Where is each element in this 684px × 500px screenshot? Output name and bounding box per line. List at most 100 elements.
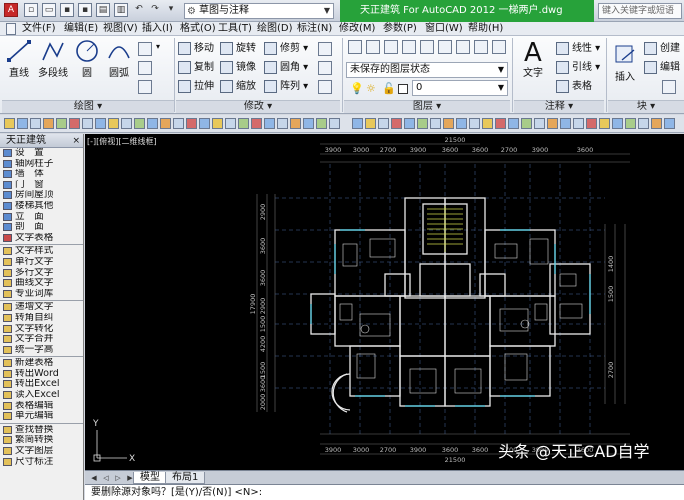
- tarch-menu-item[interactable]: 转角自纠: [0, 313, 83, 324]
- toolbar-icon[interactable]: [17, 118, 28, 129]
- rectangle-icon[interactable]: [138, 42, 152, 56]
- toolbar-icon[interactable]: [495, 118, 506, 129]
- viewport-label[interactable]: [-][俯视][二维线框]: [87, 136, 157, 147]
- layer-state-icon[interactable]: [366, 40, 380, 54]
- toolbar-icon[interactable]: [69, 118, 80, 129]
- toolbar-icon[interactable]: [469, 118, 480, 129]
- toolbar-icon[interactable]: [212, 118, 223, 129]
- menu-tools[interactable]: 工具(T): [218, 22, 252, 36]
- fillet-button[interactable]: 圆角 ▾: [264, 59, 308, 77]
- hatch-icon[interactable]: [138, 61, 152, 75]
- toolbar-icon[interactable]: [121, 118, 132, 129]
- insert-block-tool[interactable]: 插入: [610, 42, 640, 102]
- tarch-menu-item[interactable]: 查找替换: [0, 425, 83, 436]
- explode-icon[interactable]: [318, 61, 332, 75]
- tarch-menu-item[interactable]: 文字合并: [0, 334, 83, 345]
- tarch-menu-item[interactable]: 单行文字: [0, 257, 83, 268]
- toolbar-icon[interactable]: [316, 118, 327, 129]
- light-bulb-icon[interactable]: 💡: [350, 82, 364, 95]
- scale-button[interactable]: 缩放: [220, 78, 256, 96]
- tarch-menu-item[interactable]: 尺寸标注: [0, 457, 83, 468]
- toolbar-icon[interactable]: [56, 118, 67, 129]
- edit-block-button[interactable]: 编辑: [644, 59, 680, 77]
- tarch-menu-item[interactable]: 房间屋顶: [0, 190, 83, 201]
- tarch-menu-item[interactable]: 专业词库: [0, 289, 83, 300]
- leader-button[interactable]: 引线 ▾: [556, 59, 600, 77]
- layer-iso-icon[interactable]: [384, 40, 398, 54]
- tarch-menu-item[interactable]: 表格编辑: [0, 401, 83, 412]
- toolbar-icon[interactable]: [638, 118, 649, 129]
- copy-button[interactable]: 复制: [178, 59, 214, 77]
- layer-current-icon[interactable]: [474, 40, 488, 54]
- new-file-icon[interactable]: ▫: [24, 3, 38, 17]
- toolbar-icon[interactable]: [199, 118, 210, 129]
- tarch-menu-item[interactable]: 繁简转换: [0, 435, 83, 446]
- tarch-menu-item[interactable]: 文字样式: [0, 246, 83, 257]
- menu-draw[interactable]: 绘图(D): [257, 22, 293, 36]
- toolbar-icon[interactable]: [95, 118, 106, 129]
- tarch-menu-item[interactable]: 剖 面: [0, 222, 83, 233]
- toolbar-icon[interactable]: [625, 118, 636, 129]
- trim-button[interactable]: 修剪 ▾: [264, 40, 308, 58]
- menu-format[interactable]: 格式(O): [180, 22, 216, 36]
- drawing-canvas[interactable]: [-][俯视][二维线框] Y X 21500 3900 3000 2700 3…: [85, 134, 684, 470]
- rotate-button[interactable]: 旋转: [220, 40, 256, 58]
- tarch-menu-item[interactable]: 递增文字: [0, 302, 83, 313]
- toolbar-icon[interactable]: [264, 118, 275, 129]
- color-swatch-icon[interactable]: [398, 84, 408, 94]
- tarch-menu-item[interactable]: 文字转化: [0, 324, 83, 335]
- toolbar-icon[interactable]: [560, 118, 571, 129]
- print-icon[interactable]: ▤: [96, 3, 110, 17]
- toolbar-icon[interactable]: [521, 118, 532, 129]
- toolbar-icon[interactable]: [160, 118, 171, 129]
- toolbar-icon[interactable]: [352, 118, 363, 129]
- menu-edit[interactable]: 编辑(E): [64, 22, 98, 36]
- toolbar-icon[interactable]: [534, 118, 545, 129]
- create-block-button[interactable]: 创建: [644, 40, 680, 58]
- sun-icon[interactable]: ☼: [366, 82, 376, 95]
- layer-off-icon[interactable]: [420, 40, 434, 54]
- toolbar-icon[interactable]: [251, 118, 262, 129]
- annotation-section-label[interactable]: 注释 ▾: [514, 100, 604, 113]
- tarch-menu-item[interactable]: 文字表格: [0, 233, 83, 244]
- first-tab-icon[interactable]: ◀: [89, 473, 99, 483]
- arc-tool[interactable]: 圆弧: [104, 38, 134, 98]
- next-tab-icon[interactable]: ▷: [113, 473, 123, 483]
- command-line[interactable]: 要删除源对象吗？[是(Y)/否(N)] <N>:: [85, 484, 684, 500]
- tarch-menu-item[interactable]: 转出Word: [0, 369, 83, 380]
- stretch-button[interactable]: 拉伸: [178, 78, 214, 96]
- tarch-menu-item[interactable]: 转出Excel: [0, 379, 83, 390]
- toolbar-icon[interactable]: [147, 118, 158, 129]
- tab-model[interactable]: 模型: [133, 472, 167, 484]
- tarch-menu-item[interactable]: 读入Excel: [0, 390, 83, 401]
- layer-freeze-icon[interactable]: [402, 40, 416, 54]
- modify-section-label[interactable]: 修改 ▾: [176, 100, 340, 113]
- toolbar-icon[interactable]: [43, 118, 54, 129]
- tarch-menu-item[interactable]: 门 窗: [0, 180, 83, 191]
- polyline-tool[interactable]: 多段线: [36, 38, 70, 98]
- toolbar-icon[interactable]: [417, 118, 428, 129]
- menu-dimension[interactable]: 标注(N): [297, 22, 332, 36]
- toolbar-icon[interactable]: [277, 118, 288, 129]
- redo-icon[interactable]: ↷: [148, 3, 162, 17]
- toolbar-icon[interactable]: [108, 118, 119, 129]
- layer-state-select[interactable]: 未保存的图层状态 ▼: [346, 62, 508, 78]
- move-button[interactable]: 移动: [178, 40, 214, 58]
- toolbar-icon[interactable]: [4, 118, 15, 129]
- toolbar-icon[interactable]: [378, 118, 389, 129]
- workspace-select[interactable]: ⚙ 草图与注释 ▼: [184, 3, 334, 19]
- open-folder-icon[interactable]: ▭: [42, 3, 56, 17]
- toolbar-icon[interactable]: [612, 118, 623, 129]
- draw-section-label[interactable]: 绘图 ▾: [2, 100, 174, 113]
- save-icon[interactable]: ▪: [60, 3, 74, 17]
- linear-dim-button[interactable]: 线性 ▾: [556, 40, 600, 58]
- close-icon[interactable]: ×: [72, 134, 80, 148]
- toolbar-icon[interactable]: [430, 118, 441, 129]
- layer-lock-icon[interactable]: [438, 40, 452, 54]
- toolbar-icon[interactable]: [404, 118, 415, 129]
- layer-walk-icon[interactable]: [492, 40, 506, 54]
- layer-properties-icon[interactable]: [348, 40, 362, 54]
- menu-parametric[interactable]: 参数(P): [383, 22, 417, 36]
- block-attribute-icon[interactable]: [662, 80, 676, 94]
- toolbar-icon[interactable]: [547, 118, 558, 129]
